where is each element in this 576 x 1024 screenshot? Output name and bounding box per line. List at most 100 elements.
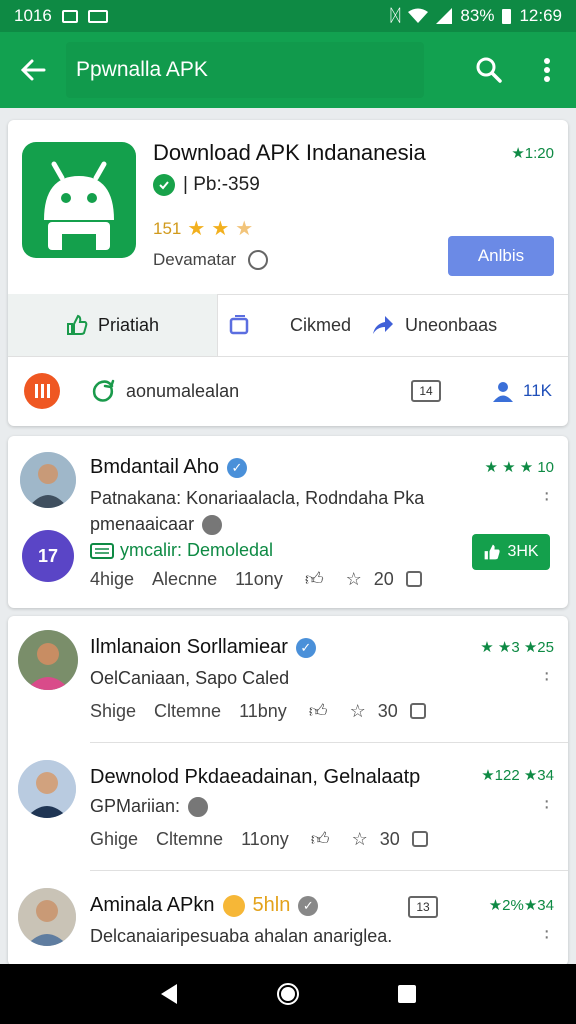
appbar-title: Ppwnalla APK <box>76 58 208 81</box>
post-author: Bmdantail Aho ✓ <box>90 456 247 479</box>
verified-check-icon <box>153 174 175 196</box>
action-label[interactable]: 11ony <box>241 829 289 850</box>
action-label[interactable]: Cltemne <box>156 829 223 850</box>
star-outline-icon[interactable]: ☆ <box>352 829 368 850</box>
comment-tag: 5hln <box>252 894 291 916</box>
meta-row: Devamatar <box>153 250 269 270</box>
post-link[interactable]: ymcalir: Demoledal <box>90 540 273 561</box>
tab-label: Uneonbaas <box>405 314 498 335</box>
action-label[interactable]: 4hige <box>90 569 134 590</box>
star-outline-icon[interactable]: ☆ <box>350 701 366 722</box>
keyboard-icon <box>90 542 114 559</box>
post-text: pmenaaicaar <box>90 514 195 534</box>
comment-author: Ilmlanaion Sorllamiear ✓ <box>90 636 316 659</box>
app-bar: Ppwnalla APK <box>0 32 576 108</box>
verified-badge-icon: ✓ <box>295 637 316 658</box>
tab-comments[interactable]: Cikmed <box>290 294 351 356</box>
refresh-icon <box>92 379 115 402</box>
avatar[interactable] <box>18 760 76 818</box>
tab-bar: Priatiah Cikmed Uneonbaas <box>8 294 568 356</box>
action-label[interactable]: Shige <box>90 701 136 722</box>
comment-actions: Shige Cltemne 11bny 👍︎ ☆ 30 <box>90 700 426 722</box>
checkbox-icon[interactable] <box>405 571 422 587</box>
tab-share[interactable]: Uneonbaas <box>371 294 497 356</box>
thumb-up-icon[interactable]: 👍︎ <box>305 568 324 590</box>
checkbox-icon[interactable] <box>409 703 426 719</box>
share-icon <box>373 316 394 334</box>
post-text-line1: Patnakana: Konariaalacla, Rodndaha Pka <box>90 488 424 509</box>
cast-icon <box>87 9 108 23</box>
avatar[interactable] <box>18 888 76 946</box>
like-button[interactable]: 3HK <box>472 534 550 570</box>
checkbox-icon[interactable] <box>411 831 428 847</box>
tab-label: Priatiah <box>97 314 160 335</box>
badge-icon: ✓ <box>298 895 319 916</box>
primary-action-button[interactable]: Anlbis <box>448 236 554 276</box>
star-icon: ★ <box>187 218 206 240</box>
star-icon: ★ <box>211 218 230 240</box>
user-count[interactable]: 11K <box>491 379 552 403</box>
verified-badge-icon: ✓ <box>226 457 247 478</box>
action-count: 30 <box>377 700 398 721</box>
action-label[interactable]: Cltemne <box>154 701 221 722</box>
stars-row: 151 ★ ★ ★ <box>153 216 253 241</box>
nav-back-icon[interactable] <box>159 983 179 1005</box>
battery-percent: 83% <box>460 6 495 25</box>
back-button[interactable] <box>0 32 66 108</box>
info-row: aonumalealan 14 11K <box>8 366 568 416</box>
app-title: Download APK Indananesia <box>153 140 426 165</box>
info-name: aonumalealan <box>126 380 240 401</box>
action-label[interactable]: 11ony <box>235 569 283 590</box>
comment-text-value: GPMariian: <box>90 796 181 816</box>
thumb-up-icon[interactable]: 👍︎ <box>309 700 328 722</box>
post-card: Bmdantail Aho ✓ ★ ★ ★ 10 · · Patnakana: K… <box>8 436 568 608</box>
comment-text: GPMariian: <box>90 796 209 817</box>
primary-action-label: Anlbis <box>477 246 525 265</box>
divider <box>90 870 568 871</box>
search-button[interactable] <box>460 32 518 108</box>
person-icon <box>493 382 513 402</box>
comment-rating: ★ ★3 ★25 <box>480 639 554 656</box>
nav-recents-icon[interactable] <box>397 984 417 1004</box>
system-nav-bar <box>0 964 576 1024</box>
app-rating: ★1:20 <box>511 145 554 162</box>
post-text: Patnakana: Konariaalacla, Rodndaha Pka <box>90 488 425 508</box>
overflow-menu-button[interactable] <box>518 32 576 108</box>
info-circle-icon[interactable] <box>248 250 269 270</box>
developer-name: | Pb:-359 <box>183 174 260 195</box>
thumb-up-icon[interactable]: 👍︎ <box>311 828 330 850</box>
comment-actions: Ghige Cltemne 11ony 👍︎ ☆ 30 <box>90 828 428 850</box>
tab-copy[interactable] <box>228 294 250 356</box>
vibrate-icon: ᛞ <box>390 6 401 25</box>
signal-icon <box>436 8 453 24</box>
action-label[interactable]: 11bny <box>239 701 287 722</box>
avatar[interactable] <box>18 630 78 690</box>
search-field[interactable]: Ppwnalla APK <box>66 42 424 98</box>
avatar[interactable] <box>20 452 76 508</box>
comment-text-value: OelCaniaan, Sapo Caled <box>90 668 290 688</box>
action-count: 20 <box>373 568 394 589</box>
more-options-icon[interactable]: · · <box>543 921 550 947</box>
more-options-icon[interactable]: · · <box>543 663 550 689</box>
comment-author: Dewnolod Pkdaeadainan, Gelnalaatp <box>90 766 420 789</box>
action-label[interactable]: Ghige <box>90 829 138 850</box>
search-icon <box>476 57 502 83</box>
notification-icon <box>61 9 78 23</box>
status-time: 1016 <box>14 6 52 25</box>
tab-likes[interactable]: Priatiah <box>8 294 218 356</box>
action-count: 30 <box>379 828 400 849</box>
channel-avatar[interactable]: 17 <box>22 530 74 582</box>
more-options-icon[interactable]: · · <box>543 483 550 509</box>
developer-row: | Pb:-359 <box>153 174 260 196</box>
audio-icon[interactable] <box>24 373 60 409</box>
battery-icon <box>502 8 512 24</box>
tab-label: Cikmed <box>290 314 352 335</box>
comment-author-name: Dewnolod Pkdaeadainan, Gelnalaatp <box>90 766 421 788</box>
comment-rating: ★2%★34 <box>488 897 554 914</box>
channel-avatar-text: 17 <box>37 545 59 566</box>
more-options-icon[interactable]: · · <box>543 791 550 817</box>
comment-author: Aminala APkn 5hln ✓ <box>90 894 319 917</box>
action-label[interactable]: Alecnne <box>152 569 217 590</box>
star-outline-icon[interactable]: ☆ <box>346 569 362 590</box>
nav-home-icon[interactable] <box>276 982 300 1006</box>
